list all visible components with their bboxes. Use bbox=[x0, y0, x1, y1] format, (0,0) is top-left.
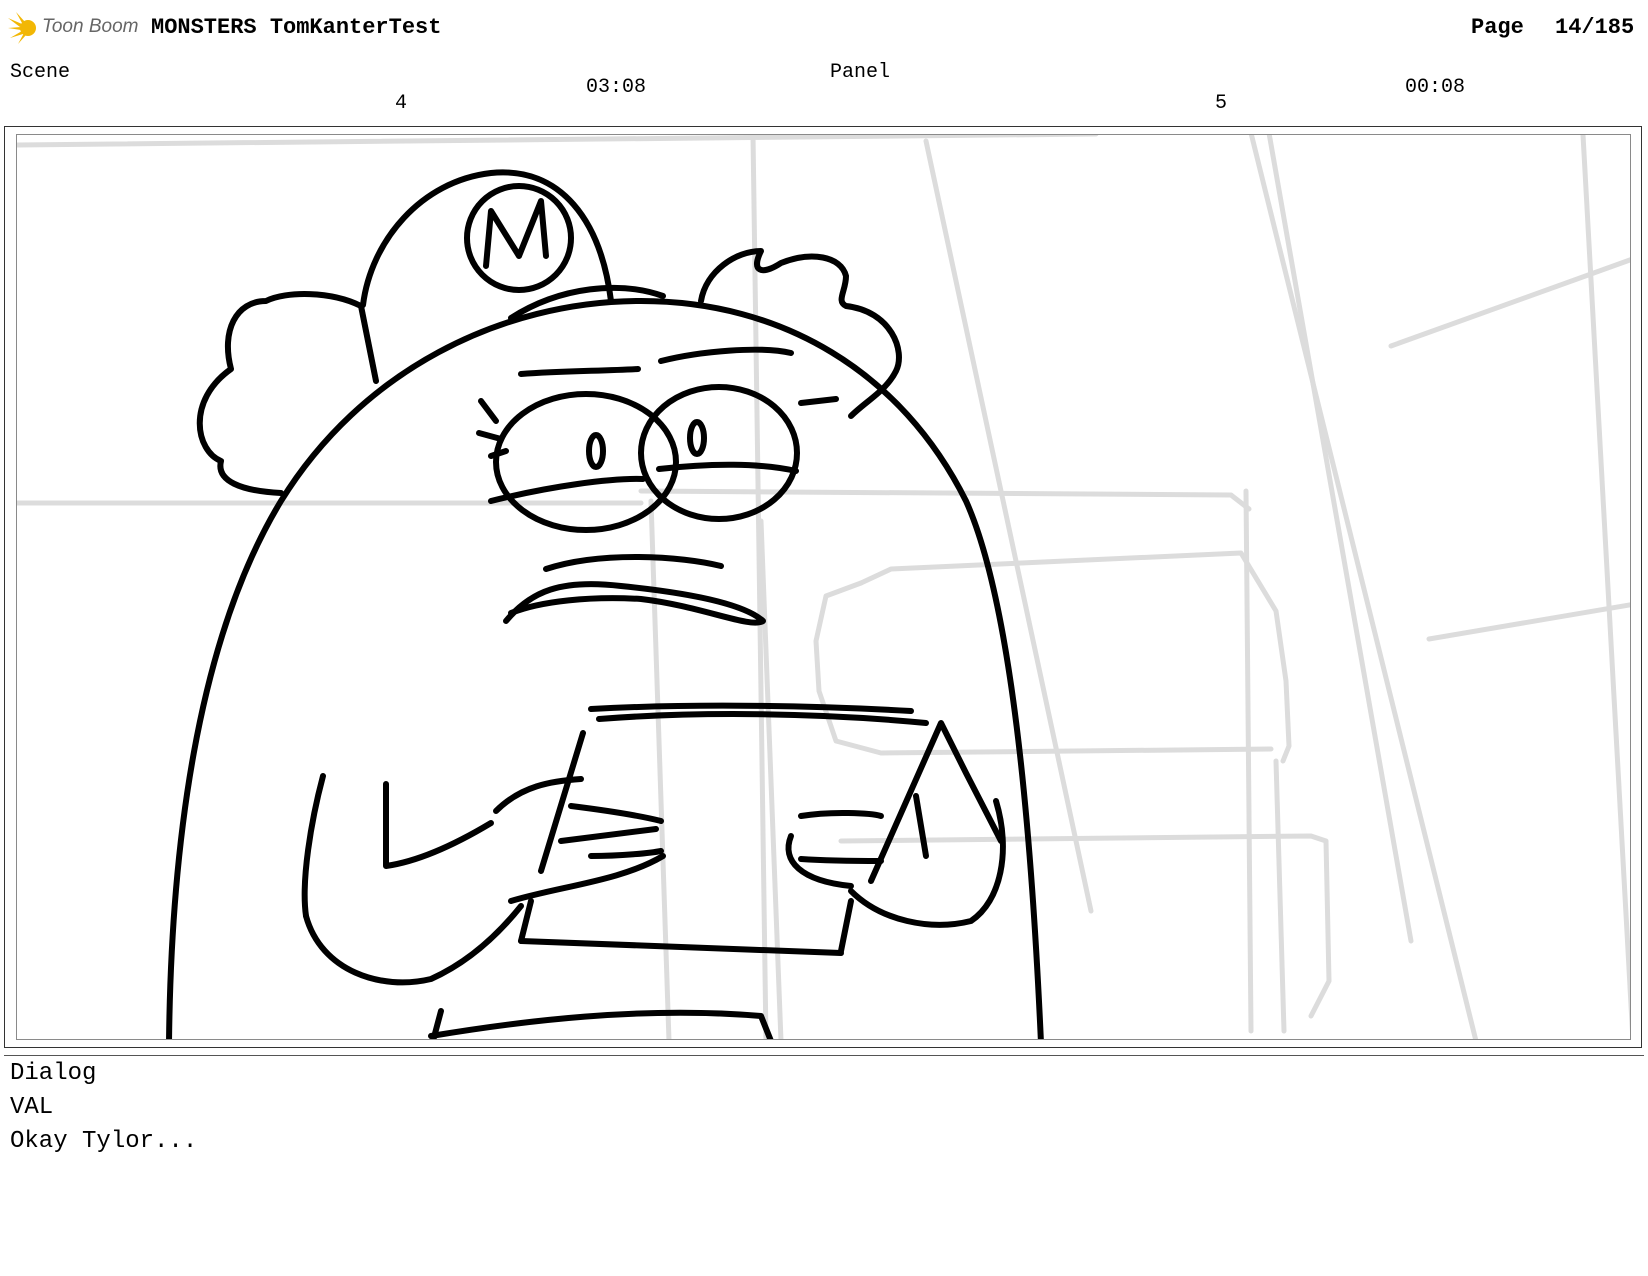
scene-label: Scene bbox=[10, 61, 71, 84]
dialog-character: VAL bbox=[10, 1094, 54, 1121]
panel-number: 5 bbox=[1215, 92, 1228, 115]
storyboard-panel-image bbox=[16, 134, 1631, 1040]
page-number: 14/185 bbox=[1555, 15, 1635, 40]
page-label: Page bbox=[1471, 15, 1524, 40]
dialog-label: Dialog bbox=[10, 1060, 97, 1087]
logo-burst-icon bbox=[8, 12, 36, 44]
dialog-block: Dialog VAL Okay Tylor... bbox=[10, 1057, 197, 1159]
background-sketch bbox=[17, 135, 1630, 1039]
panel-duration: 00:08 bbox=[1405, 76, 1466, 99]
panel-divider bbox=[4, 1055, 1644, 1056]
logo-text: Toon Boom bbox=[42, 16, 139, 37]
storyboard-sketch bbox=[17, 135, 1630, 1039]
toon-boom-logo: Toon Boom bbox=[8, 10, 138, 46]
scene-duration: 03:08 bbox=[586, 76, 647, 99]
scene-number: 4 bbox=[395, 92, 408, 115]
project-title: MONSTERS TomKanterTest bbox=[151, 15, 442, 40]
panel-label: Panel bbox=[830, 61, 891, 84]
character-sketch bbox=[166, 169, 1044, 1039]
dialog-line: Okay Tylor... bbox=[10, 1128, 198, 1155]
